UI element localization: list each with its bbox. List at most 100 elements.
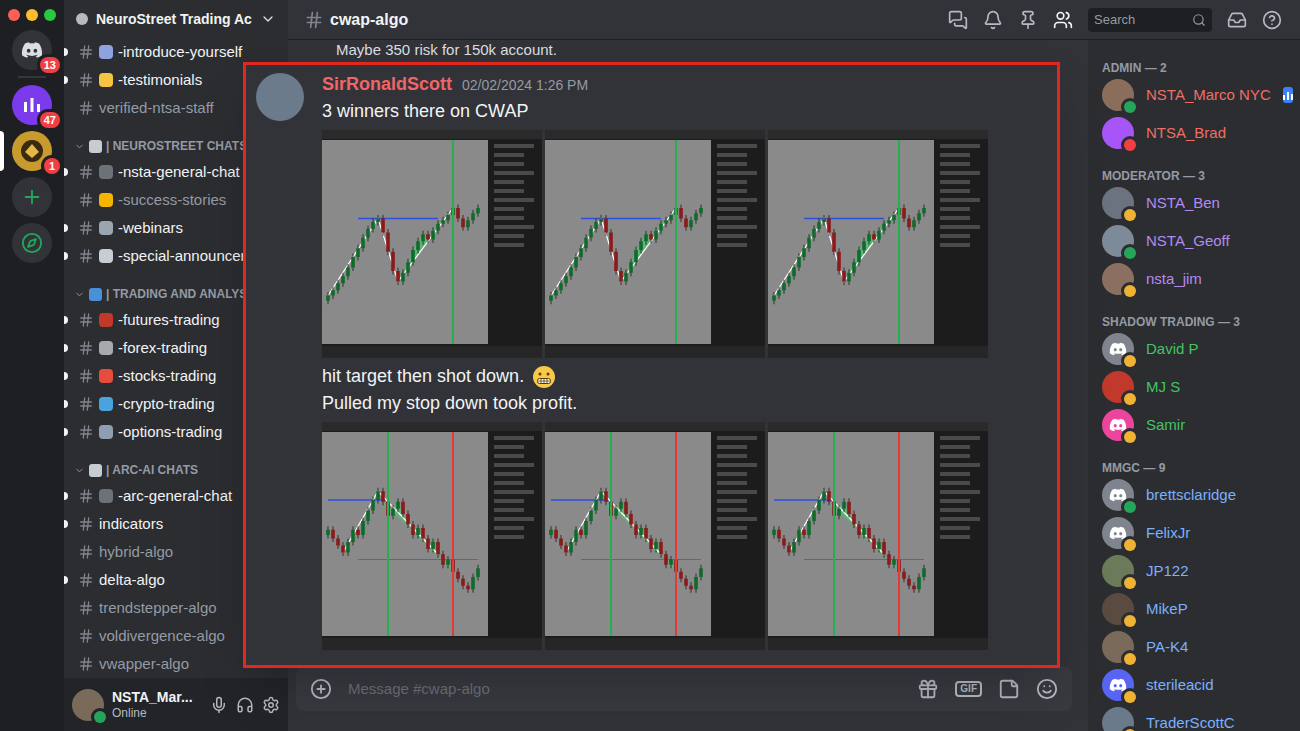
pin-icon[interactable]: [1018, 10, 1038, 30]
minimize-button[interactable]: [26, 9, 38, 21]
candle: [396, 268, 400, 286]
sticker-icon[interactable]: [998, 678, 1020, 700]
member-item[interactable]: MJ S: [1102, 368, 1292, 406]
chart-status-bar: [768, 346, 988, 358]
panel-row: [717, 436, 757, 440]
status-dot: [1124, 139, 1136, 151]
chart-image[interactable]: [545, 422, 765, 650]
members-icon[interactable]: [1053, 10, 1073, 30]
candle: [892, 212, 896, 224]
panel-row: [494, 189, 524, 193]
channel-emoji-icon: [99, 45, 113, 59]
candle: [381, 488, 385, 506]
chart-plot: [768, 140, 934, 344]
member-item[interactable]: TraderScottC: [1102, 704, 1292, 731]
server-rail-item[interactable]: 1: [0, 131, 64, 171]
member-item[interactable]: MikeP: [1102, 590, 1292, 628]
bell-icon[interactable]: [983, 10, 1003, 30]
channel-emoji-icon: [99, 249, 113, 263]
panel-row: [940, 526, 970, 530]
author-avatar[interactable]: [256, 73, 304, 121]
chart-status-bar: [322, 638, 542, 650]
panel-row: [717, 153, 747, 157]
attach-icon[interactable]: [310, 678, 332, 700]
hash-icon: [78, 656, 94, 672]
chart-image[interactable]: [768, 422, 988, 650]
candle: [812, 226, 816, 242]
gift-icon[interactable]: [917, 678, 939, 700]
member-item[interactable]: NSTA_Marco NYC: [1102, 76, 1292, 114]
panel-row: [940, 517, 980, 521]
message-input[interactable]: Message #cwap-algo: [348, 678, 901, 701]
candle: [644, 525, 648, 543]
candle: [564, 273, 568, 287]
member-item[interactable]: JP122: [1102, 552, 1292, 590]
chart-image[interactable]: [322, 130, 542, 358]
chart-image[interactable]: [322, 422, 542, 650]
candle: [787, 542, 791, 556]
panel-row: [940, 445, 970, 449]
candle: [326, 292, 330, 304]
microphone-icon[interactable]: [210, 696, 228, 714]
member-item[interactable]: FelixJr: [1102, 514, 1292, 552]
author-name[interactable]: SirRonaldScott: [322, 71, 452, 97]
gear-icon[interactable]: [262, 696, 280, 714]
message-text: Maybe 350 risk for 150k account.: [288, 40, 1088, 60]
member-item[interactable]: NSTA_Geoff: [1102, 222, 1292, 260]
server-rail-item[interactable]: 13: [0, 30, 64, 70]
hash-icon: [78, 368, 94, 384]
hash-icon: [78, 572, 94, 588]
hash-icon: [78, 424, 94, 440]
candle: [782, 280, 786, 294]
stop-line: [358, 559, 478, 560]
channel-emoji-icon: [99, 193, 113, 207]
candle: [589, 226, 593, 242]
member-item[interactable]: PA-K4: [1102, 628, 1292, 666]
server-emblem-icon: [19, 138, 45, 164]
member-item[interactable]: NSTA_Ben: [1102, 184, 1292, 222]
candle: [421, 231, 425, 245]
candle: [624, 498, 628, 517]
user-avatar[interactable]: [72, 689, 104, 721]
headphones-icon[interactable]: [236, 696, 254, 714]
server-icon: [12, 177, 52, 217]
candle: [574, 526, 578, 545]
search-field[interactable]: Search: [1088, 8, 1212, 32]
member-item[interactable]: NTSA_Brad: [1102, 114, 1292, 152]
close-button[interactable]: [8, 9, 20, 21]
zoom-button[interactable]: [44, 9, 56, 21]
server-rail-item[interactable]: 47: [0, 85, 64, 125]
candle: [346, 539, 350, 557]
panel-row: [494, 490, 534, 494]
server-rail-item[interactable]: [0, 177, 64, 217]
member-group: SHADOW TRADING — 3David PMJ SSamir: [1102, 314, 1292, 444]
candle: [411, 247, 415, 266]
chevron-down-icon: [74, 465, 85, 476]
member-item[interactable]: Samir: [1102, 406, 1292, 444]
user-info[interactable]: NSTA_Mar...Online: [112, 689, 202, 721]
gif-button[interactable]: GIF: [955, 681, 982, 697]
emoji-icon[interactable]: [1036, 678, 1058, 700]
member-item[interactable]: nsta_jim: [1102, 260, 1292, 298]
mention-badge: 1: [44, 158, 60, 174]
member-item[interactable]: David P: [1102, 330, 1292, 368]
category-emoji-icon: [89, 464, 102, 477]
chart-image[interactable]: [545, 130, 765, 358]
candle: [361, 518, 365, 539]
chevron-down-icon: [74, 289, 85, 300]
member-item[interactable]: brettsclaridge: [1102, 476, 1292, 514]
help-icon[interactable]: [1262, 10, 1282, 30]
candle: [827, 215, 831, 236]
inbox-icon[interactable]: [1227, 10, 1247, 30]
threads-icon[interactable]: [948, 10, 968, 30]
candle: [797, 254, 801, 272]
member-avatar: [1102, 631, 1134, 663]
member-item[interactable]: sterileacid: [1102, 666, 1292, 704]
candle: [892, 556, 896, 568]
pattern-line: [328, 208, 453, 296]
chart-image[interactable]: [768, 130, 988, 358]
candle: [792, 264, 796, 280]
server-header[interactable]: NeuroStreet Trading Ac: [64, 0, 288, 38]
server-rail-item[interactable]: [0, 223, 64, 263]
hash-icon: [78, 396, 94, 412]
